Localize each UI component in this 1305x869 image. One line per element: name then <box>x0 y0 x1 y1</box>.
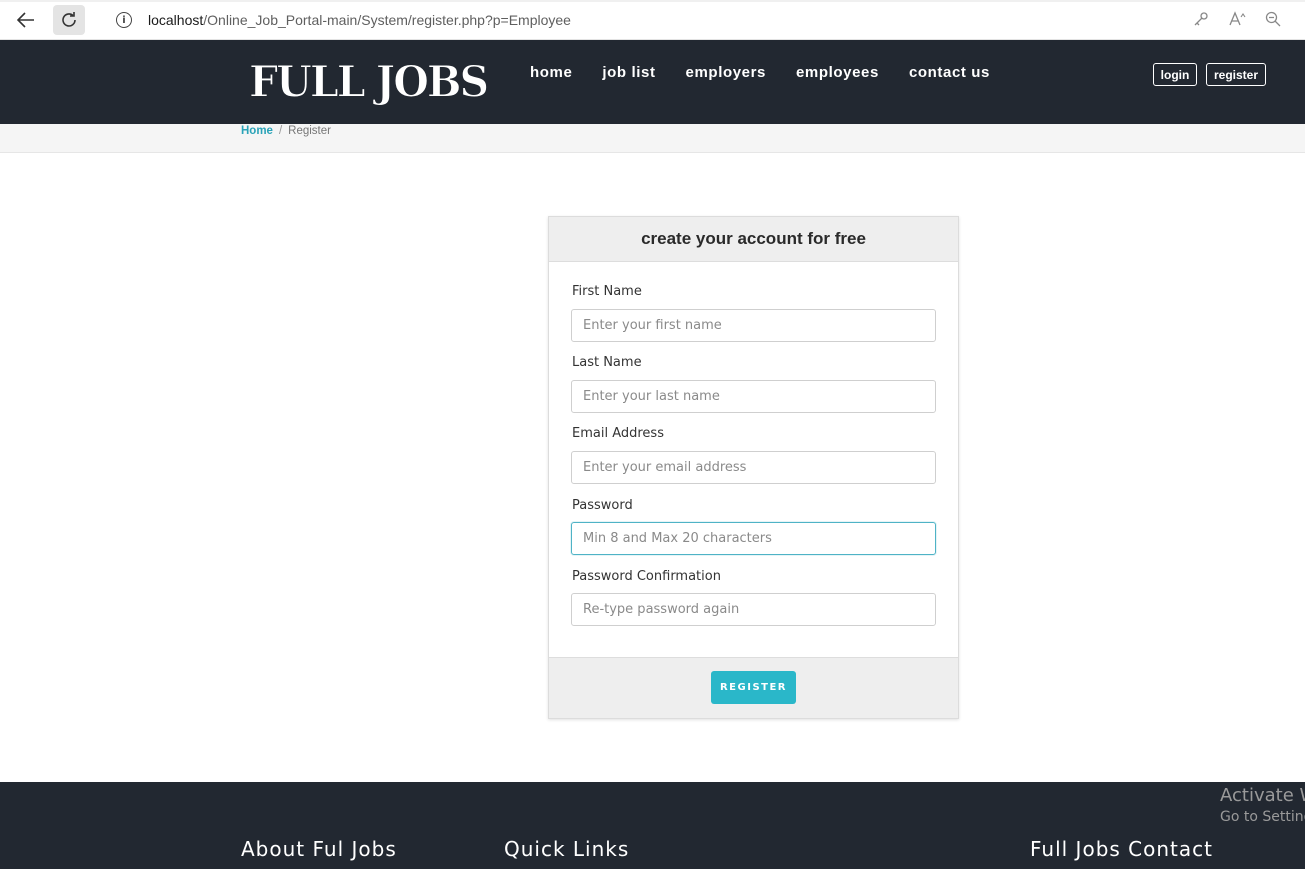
card-title: create your account for free <box>641 229 866 248</box>
url-path: /Online_Job_Portal-main/System/register.… <box>203 12 571 28</box>
first-name-input[interactable] <box>571 309 936 342</box>
breadcrumb: Home / Register <box>0 124 1305 153</box>
address-bar[interactable]: i localhost/Online_Job_Portal-main/Syste… <box>100 5 1295 35</box>
submit-register-button[interactable]: REGISTER <box>711 671 796 704</box>
zoom-out-icon[interactable] <box>1264 10 1282 28</box>
password-input[interactable] <box>571 522 936 555</box>
key-icon[interactable] <box>1192 10 1210 28</box>
info-icon[interactable]: i <box>116 12 132 28</box>
nav-contact-us[interactable]: contact us <box>909 64 990 81</box>
back-arrow-icon[interactable] <box>10 5 42 35</box>
site-header: FULL JOBS home job list employers employ… <box>0 40 1305 124</box>
password-label: Password <box>572 498 633 513</box>
read-aloud-icon[interactable] <box>1229 10 1247 28</box>
password-confirmation-input[interactable] <box>571 593 936 626</box>
footer-quick-links-title: Quick Links <box>504 837 630 861</box>
url-host: localhost <box>148 12 204 28</box>
tab-strip-edge <box>0 0 1305 2</box>
login-button[interactable]: login <box>1153 63 1197 86</box>
main-nav: home job list employers employees contac… <box>530 64 1020 81</box>
register-button[interactable]: register <box>1206 63 1266 86</box>
breadcrumb-home-link[interactable]: Home <box>241 125 273 137</box>
url-text[interactable]: localhost/Online_Job_Portal-main/System/… <box>148 12 571 28</box>
last-name-label: Last Name <box>572 355 642 370</box>
first-name-label: First Name <box>572 284 642 299</box>
email-input[interactable] <box>571 451 936 484</box>
breadcrumb-trail: Home / Register <box>241 124 331 138</box>
nav-home[interactable]: home <box>530 64 572 81</box>
footer-contact-title: Full Jobs Contact <box>1030 837 1213 861</box>
last-name-input[interactable] <box>571 380 936 413</box>
watermark-line-2: Go to Setting <box>1220 809 1305 825</box>
nav-employers[interactable]: employers <box>686 64 766 81</box>
card-header: create your account for free <box>549 217 958 262</box>
email-label: Email Address <box>572 426 664 441</box>
reload-icon[interactable] <box>53 5 85 35</box>
site-logo[interactable]: FULL JOBS <box>248 58 489 105</box>
site-footer: About Ful Jobs Quick Links Full Jobs Con… <box>0 782 1305 869</box>
nav-job-list[interactable]: job list <box>602 64 655 81</box>
browser-toolbar: i localhost/Online_Job_Portal-main/Syste… <box>0 0 1305 40</box>
breadcrumb-current: Register <box>288 125 331 137</box>
watermark-line-1: Activate W <box>1220 785 1305 806</box>
password-confirmation-label: Password Confirmation <box>572 569 721 584</box>
card-footer: REGISTER <box>549 657 958 718</box>
register-card: create your account for free First Name … <box>548 216 959 719</box>
breadcrumb-separator: / <box>278 125 283 137</box>
footer-about-title: About Ful Jobs <box>241 837 397 861</box>
nav-employees[interactable]: employees <box>796 64 879 81</box>
